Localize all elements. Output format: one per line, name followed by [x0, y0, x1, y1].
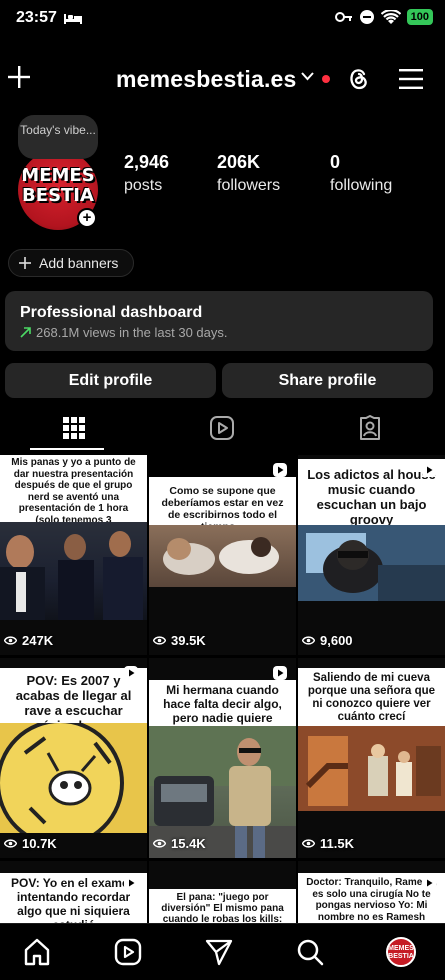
view-count-value: 39.5K [171, 633, 206, 648]
edit-profile-button[interactable]: Edit profile [5, 363, 216, 398]
post-thumbnail [149, 525, 296, 587]
post-caption: Como se supone que deberíamos estar en v… [149, 477, 296, 533]
post-tile[interactable]: Doctor: Tranquilo, Ramesh, es solo una c… [298, 861, 445, 923]
followers-label: followers [217, 177, 281, 194]
view-count-value: 247K [22, 633, 54, 648]
post-thumbnail [298, 726, 445, 811]
plus-icon[interactable] [6, 64, 32, 90]
post-tile[interactable]: Mi hermana cuando hace falta decir algo,… [149, 658, 296, 858]
search-icon[interactable] [295, 937, 325, 967]
battery-indicator: 100 [406, 9, 433, 25]
view-count: 11.5K [302, 836, 354, 851]
stat-followers[interactable]: 206K followers [217, 152, 280, 195]
view-count: 10.7K [4, 836, 57, 851]
eye-icon [302, 636, 315, 645]
post-tile[interactable]: El pana: "juego por diversión" El mismo … [149, 861, 296, 923]
reel-icon [273, 666, 287, 680]
key-icon [334, 12, 352, 22]
active-tab-indicator [30, 448, 104, 450]
bottom-nav: MEMES BESTIA [0, 923, 445, 980]
post-thumbnail [0, 719, 147, 847]
post-caption: El pana: "juego por diversión" El mismo … [149, 889, 296, 923]
following-count: 0 [330, 152, 341, 172]
stat-posts[interactable]: 2,946 posts [124, 152, 169, 195]
tab-tagged[interactable] [296, 404, 444, 452]
status-time: 23:57 [16, 9, 57, 26]
reel-icon [124, 876, 138, 890]
post-tile[interactable]: POV: Yo en el examen intentando recordar… [0, 861, 147, 923]
share-profile-button[interactable]: Share profile [222, 363, 433, 398]
post-tile[interactable]: Como se supone que deberíamos estar en v… [149, 455, 296, 655]
avatar-logo: MEMES BESTIA [21, 165, 95, 206]
view-count: 39.5K [153, 633, 206, 648]
post-caption: Mis panas y yo a punto de dar nuestra pr… [0, 455, 147, 537]
add-banners-label: Add banners [39, 255, 119, 271]
view-count: 15.4K [153, 836, 206, 851]
following-label: following [330, 177, 393, 194]
reels-icon [210, 416, 234, 440]
sleep-icon [64, 14, 82, 24]
eye-icon [4, 636, 17, 645]
stat-following[interactable]: 0 following [330, 152, 392, 195]
post-thumbnail [298, 525, 445, 601]
plus-icon [19, 257, 31, 269]
eye-icon [302, 839, 315, 848]
reels-icon[interactable] [113, 937, 143, 967]
trend-up-icon [20, 327, 31, 338]
add-story-icon[interactable]: + [77, 208, 97, 228]
dashboard-title: Professional dashboard [20, 304, 203, 321]
tab-grid[interactable] [0, 404, 148, 452]
post-caption: Saliendo de mi cueva porque una señora q… [298, 668, 445, 726]
username[interactable]: memesbestia.es [116, 66, 297, 93]
threads-icon[interactable] [345, 65, 371, 91]
post-tile[interactable]: Los adictos al house music cuando escuch… [298, 455, 445, 655]
followers-count: 206K [217, 152, 261, 172]
reel-icon [124, 666, 138, 680]
view-count-value: 11.5K [320, 836, 354, 851]
post-tile[interactable]: Saliendo de mi cueva porque una señora q… [298, 658, 445, 858]
add-banners-button[interactable]: Add banners [8, 249, 134, 277]
notification-dot [322, 75, 330, 83]
dnd-icon [359, 10, 374, 24]
post-caption: Mi hermana cuando hace falta decir algo,… [149, 680, 296, 739]
tagged-icon [360, 415, 380, 440]
profile-header: memesbestia.es [0, 56, 445, 102]
reel-icon [273, 463, 287, 477]
eye-icon [4, 839, 17, 848]
posts-label: posts [124, 177, 163, 194]
view-count-value: 10.7K [22, 836, 57, 851]
view-count-value: 9,600 [320, 633, 353, 648]
eye-icon [153, 636, 166, 645]
status-bar: 23:57 100 [0, 0, 445, 38]
grid-icon [63, 417, 85, 439]
profile-tabs [0, 404, 445, 452]
note-bubble[interactable]: Today's vibe... [18, 115, 98, 159]
post-tile[interactable]: Mis panas y yo a punto de dar nuestra pr… [0, 455, 147, 655]
reel-icon [422, 876, 436, 890]
tab-reels[interactable] [148, 404, 296, 452]
wifi-icon [380, 9, 401, 24]
post-thumbnail [0, 522, 147, 620]
send-icon[interactable] [204, 937, 234, 967]
view-count-value: 15.4K [171, 836, 206, 851]
post-tile[interactable]: POV: Es 2007 y acabas de llegar al rave … [0, 658, 147, 858]
professional-dashboard[interactable]: Professional dashboard 268.1M views in t… [5, 291, 433, 351]
chevron-down-icon[interactable] [301, 72, 314, 81]
posts-count: 2,946 [124, 152, 170, 172]
view-count: 9,600 [302, 633, 353, 648]
profile-avatar-nav[interactable]: MEMES BESTIA [386, 937, 416, 967]
dashboard-subtitle: 268.1M views in the last 30 days. [36, 325, 228, 340]
view-count: 247K [4, 633, 53, 648]
menu-icon[interactable] [399, 68, 423, 90]
home-icon[interactable] [22, 937, 52, 967]
eye-icon [153, 839, 166, 848]
reel-icon [422, 463, 436, 477]
